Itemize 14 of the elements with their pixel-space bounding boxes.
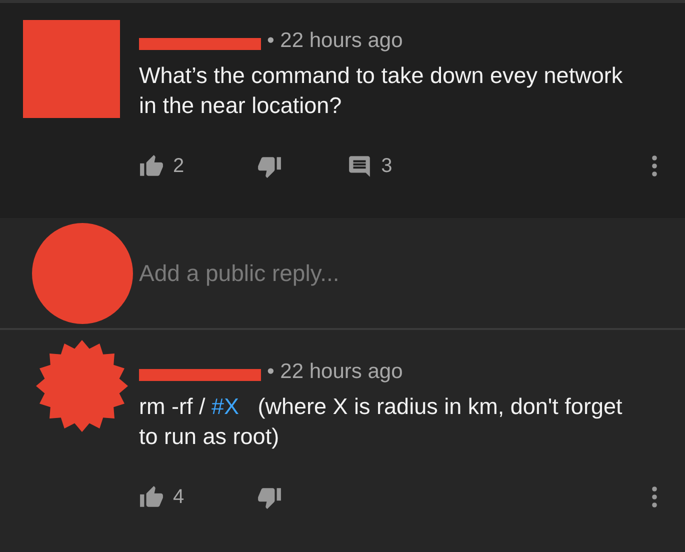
comment-time: • 22 hours ago xyxy=(267,360,403,384)
comment-text: What’s the command to take down evey network in the near location? xyxy=(139,62,624,120)
comment-time: • 22 hours ago xyxy=(267,29,403,53)
reply-count: 3 xyxy=(381,154,392,178)
thumbs-up-icon[interactable] xyxy=(139,484,164,510)
more-options-icon[interactable] xyxy=(651,154,658,178)
like-count: 4 xyxy=(173,486,184,508)
more-options-icon[interactable] xyxy=(651,485,658,509)
comment-icon[interactable] xyxy=(347,154,372,178)
hashtag-link[interactable]: #X xyxy=(211,394,240,419)
comment-text: rm -rf / #X (where X is radius in km, don't forget to run as root) xyxy=(139,393,624,451)
thumbs-up-icon[interactable] xyxy=(139,154,164,178)
reply-input[interactable]: Add a public reply... xyxy=(139,260,655,286)
like-count: 2 xyxy=(173,154,184,178)
